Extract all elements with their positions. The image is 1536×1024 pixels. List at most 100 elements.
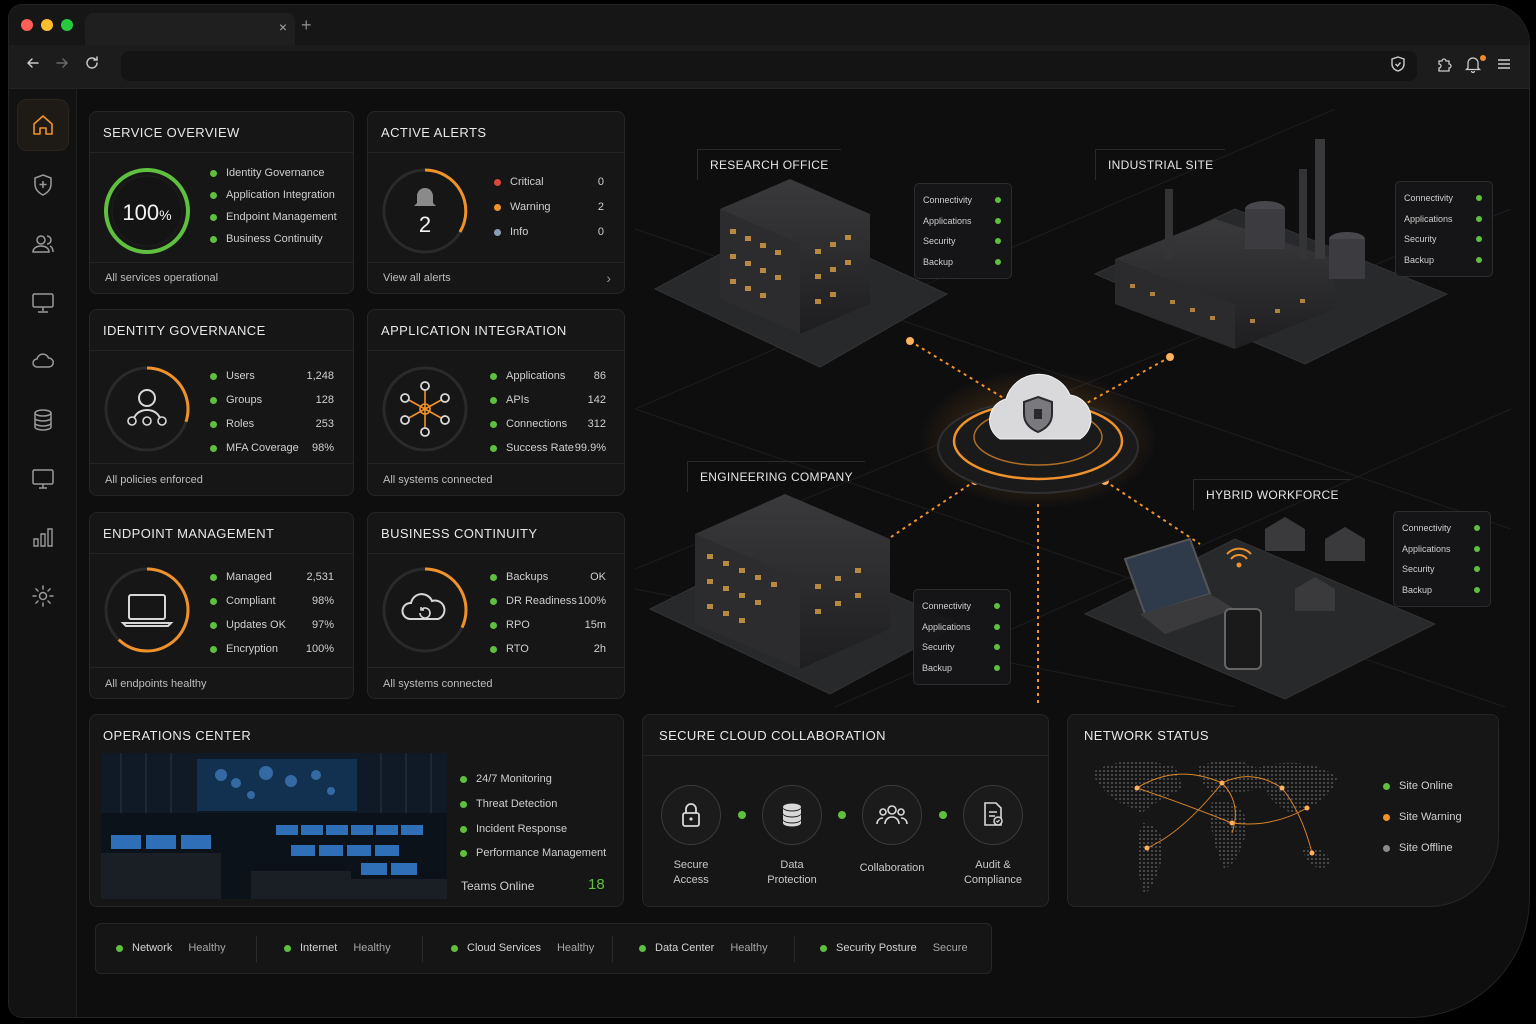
sidebar-item-analytics[interactable] xyxy=(17,511,69,563)
collab-node-audit-compliance[interactable] xyxy=(963,785,1023,845)
status-dot xyxy=(210,420,217,428)
status-dot xyxy=(490,372,497,380)
network-status-panel: NETWORK STATUS Site Online Site Warning … xyxy=(1067,714,1499,907)
panel-title: BUSINESS CONTINUITY xyxy=(381,526,538,541)
close-window-button[interactable] xyxy=(21,19,33,31)
divider xyxy=(90,463,353,464)
status-dot xyxy=(1476,195,1482,202)
list-item-label: RTO xyxy=(506,643,529,655)
status-internet[interactable]: Internet Healthy xyxy=(284,942,391,954)
minimize-window-button[interactable] xyxy=(41,19,53,31)
row-label: Applications xyxy=(1404,213,1453,224)
database-icon xyxy=(34,409,52,431)
back-button[interactable] xyxy=(22,55,44,76)
status-dot xyxy=(490,420,497,428)
sidebar-item-security[interactable] xyxy=(17,159,69,211)
site-card-row: Backup xyxy=(1404,250,1484,271)
address-bar[interactable] xyxy=(121,51,1417,81)
sidebar-item-users[interactable] xyxy=(17,218,69,270)
label-line: Protection xyxy=(767,874,817,886)
status-dot xyxy=(1383,782,1390,790)
list-item-label: Warning xyxy=(510,201,551,213)
list-item: Groups 128 xyxy=(210,392,334,408)
site-card-hybrid-workforce[interactable]: Connectivity Applications Security Backu… xyxy=(1393,511,1491,607)
site-card-row: Security xyxy=(923,231,1003,252)
list-item-label: Updates OK xyxy=(226,619,286,631)
list-item: Application Integration xyxy=(210,187,335,203)
site-card-engineering-company[interactable]: Connectivity Applications Security Backu… xyxy=(913,589,1011,685)
shield-extension-button[interactable] xyxy=(1389,55,1411,77)
list-item-value: 2h xyxy=(593,643,606,655)
collab-node-collaboration[interactable] xyxy=(862,785,922,845)
status-cloud-services[interactable]: Cloud Services Healthy xyxy=(451,942,594,954)
menu-button[interactable] xyxy=(1495,55,1517,77)
status-network[interactable]: Network Healthy xyxy=(116,942,226,954)
list-item-label: Roles xyxy=(226,418,255,430)
view-all-alerts-link[interactable]: View all alerts › xyxy=(383,270,611,286)
status-dot xyxy=(1476,256,1482,263)
sidebar-item-monitor[interactable] xyxy=(17,277,69,329)
row-label: Security xyxy=(1402,564,1435,575)
status-state: Healthy xyxy=(188,942,226,954)
status-dot xyxy=(1476,215,1482,222)
site-card-row: Applications xyxy=(923,211,1003,232)
list-item: Critical 0 xyxy=(494,174,604,190)
status-dot xyxy=(994,644,1000,651)
sidebar-item-cloud[interactable] xyxy=(17,335,69,387)
notification-dot xyxy=(1480,55,1486,61)
status-dot xyxy=(639,944,646,952)
link-label: View all alerts xyxy=(383,272,451,284)
status-dot xyxy=(1383,813,1390,821)
list-item: Roles 253 xyxy=(210,416,334,432)
collab-node-data-protection[interactable] xyxy=(762,785,822,845)
list-item-value: 97% xyxy=(311,619,334,631)
legend-item: Site Offline xyxy=(1383,840,1453,856)
status-dot xyxy=(451,944,458,952)
home-icon xyxy=(33,115,53,135)
extensions-button[interactable] xyxy=(1435,55,1457,77)
status-state: Healthy xyxy=(556,942,595,954)
browser-window: × + SERVICE OVERVIEW 100% Identity Gover… xyxy=(8,4,1530,1018)
status-data-center[interactable]: Data Center Healthy xyxy=(639,942,768,954)
sidebar-item-database[interactable] xyxy=(17,394,69,446)
sidebar-item-settings[interactable] xyxy=(17,570,69,622)
list-item: 24/7 Monitoring xyxy=(460,771,552,787)
site-label-industrial-site: INDUSTRIAL SITE xyxy=(1095,149,1226,180)
site-card-row: Security xyxy=(1402,559,1482,580)
panel-title: SECURE CLOUD COLLABORATION xyxy=(659,728,886,743)
status-dot xyxy=(490,621,497,629)
audit-document-icon xyxy=(984,802,1003,826)
notifications-button[interactable] xyxy=(1464,55,1486,77)
status-security-posture[interactable]: Security Posture Secure xyxy=(820,942,968,954)
reload-button[interactable] xyxy=(81,55,103,76)
shield-check-icon xyxy=(1391,56,1405,72)
row-label: Connectivity xyxy=(1404,193,1454,204)
sidebar-item-desktop[interactable] xyxy=(17,453,69,505)
site-card-industrial-site[interactable]: Connectivity Applications Security Backu… xyxy=(1395,181,1493,277)
site-card-research-office[interactable]: Connectivity Applications Security Backu… xyxy=(914,183,1012,279)
list-item-label: Compliant xyxy=(226,595,276,607)
users-icon xyxy=(32,235,54,253)
status-state: Secure xyxy=(932,942,968,954)
lock-icon xyxy=(682,803,700,827)
forward-button[interactable] xyxy=(51,55,73,76)
collab-node-secure-access[interactable] xyxy=(661,785,721,845)
status-dot xyxy=(460,775,467,783)
browser-tab[interactable]: × xyxy=(85,13,295,45)
legend-label: Site Offline xyxy=(1399,842,1453,854)
status-dot xyxy=(210,597,217,605)
system-status-bar: Network Healthy Internet Healthy Cloud Ser… xyxy=(95,923,992,974)
divider xyxy=(368,667,624,668)
site-card-row: Connectivity xyxy=(1404,188,1484,209)
sidebar-item-home[interactable] xyxy=(17,99,69,151)
legend-item: Site Online xyxy=(1383,778,1453,794)
new-tab-button[interactable]: + xyxy=(301,15,312,36)
status-label: Network xyxy=(132,942,173,954)
maximize-window-button[interactable] xyxy=(61,19,73,31)
list-item: Info 0 xyxy=(494,224,604,240)
panel-footer: All services operational xyxy=(105,272,219,284)
list-item: DR Readiness 100% xyxy=(490,593,606,609)
tab-close-icon[interactable]: × xyxy=(279,19,287,35)
status-dot xyxy=(1476,236,1482,243)
list-item: Business Continuity xyxy=(210,231,323,247)
